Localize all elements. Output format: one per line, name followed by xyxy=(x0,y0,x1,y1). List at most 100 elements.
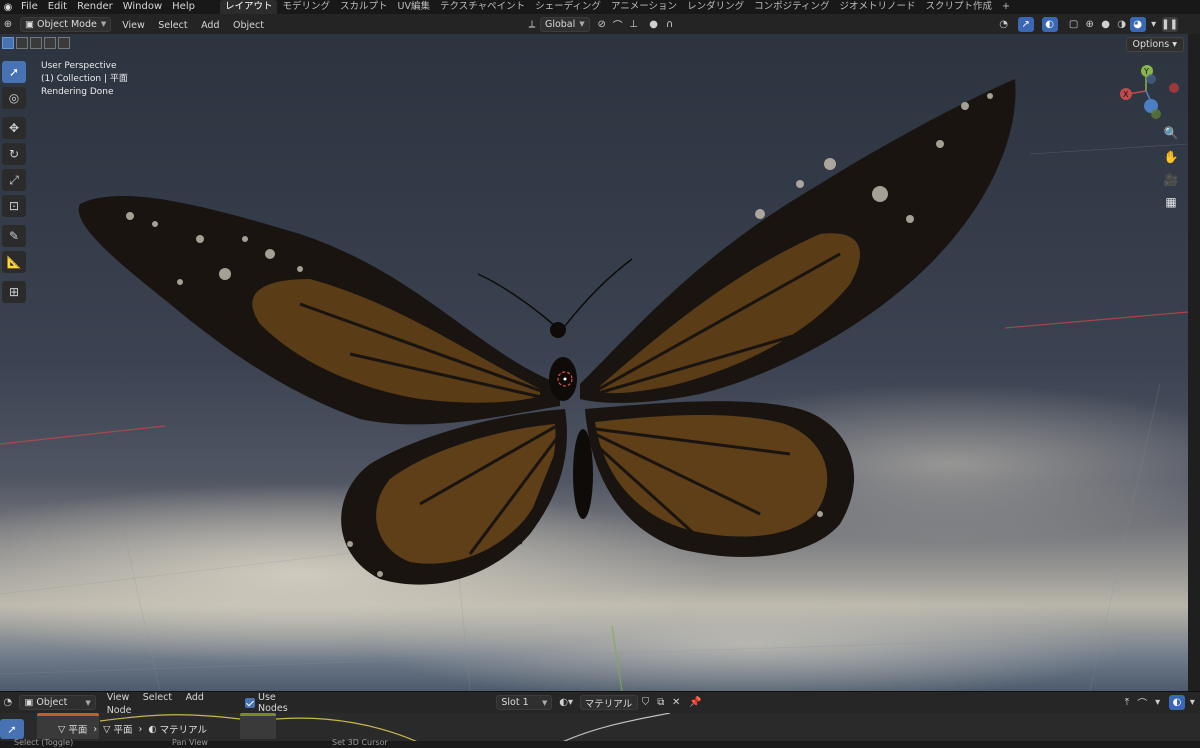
select-extend-icon[interactable] xyxy=(16,37,28,49)
select-invert-icon[interactable] xyxy=(44,37,56,49)
select-box-tool-icon[interactable]: ➚ xyxy=(2,61,26,83)
gizmo-neg-x-axis[interactable] xyxy=(1169,83,1179,93)
node-menu-select[interactable]: Select xyxy=(138,692,177,703)
menu-object[interactable]: Object xyxy=(228,20,269,31)
falloff-icon[interactable]: ∩ xyxy=(662,17,678,32)
menu-help[interactable]: Help xyxy=(167,0,200,14)
use-nodes-checkbox[interactable] xyxy=(245,697,255,708)
pin-icon[interactable]: 📌 xyxy=(688,695,703,710)
node-menu-view[interactable]: View xyxy=(102,692,135,703)
overlay-toggle-icon[interactable]: ◐ xyxy=(1041,16,1058,32)
snap-target-icon[interactable]: ⊥ xyxy=(626,17,642,32)
pivot-point-icon[interactable]: ⊘ xyxy=(594,17,610,32)
collection-label: (1) Collection | 平面 xyxy=(41,74,128,84)
status-bar: Select (Toggle) Pan View Set 3D Cursor xyxy=(0,738,1200,748)
material-shading-icon[interactable]: ◑ xyxy=(1114,17,1130,32)
select-subtract-icon[interactable] xyxy=(30,37,42,49)
unlink-material-close-icon[interactable]: ✕ xyxy=(669,695,684,710)
tab-sculpt[interactable]: スカルプト xyxy=(335,0,393,14)
wireframe-shading-icon[interactable]: ⊕ xyxy=(1082,17,1098,32)
tab-scripting[interactable]: スクリプト作成 xyxy=(921,0,998,14)
scale-tool-icon[interactable]: ⤢ xyxy=(2,169,26,191)
properties-edge-strip[interactable] xyxy=(1188,34,1200,691)
tab-modeling[interactable]: モデリング xyxy=(277,0,335,14)
shading-options-icon[interactable]: ▾ xyxy=(1146,17,1162,32)
solid-shading-icon[interactable]: ● xyxy=(1098,17,1114,32)
node-overlay-options-icon[interactable]: ▾ xyxy=(1185,695,1200,710)
breadcrumb-mesh[interactable]: 平面 xyxy=(113,722,132,736)
menu-add[interactable]: Add xyxy=(196,20,224,31)
object-mode-dropdown[interactable]: ▣ Object Mode ▼ xyxy=(20,16,112,32)
duplicate-material-icon[interactable]: ⧉ xyxy=(653,695,668,710)
menu-select[interactable]: Select xyxy=(153,20,192,31)
tab-shading[interactable]: シェーディング xyxy=(530,0,606,14)
gizmo-neg-z-axis[interactable] xyxy=(1146,74,1156,84)
camera-view-icon[interactable]: 🎥 xyxy=(1160,169,1182,191)
options-dropdown[interactable]: Options ▾ xyxy=(1125,37,1184,52)
parent-node-tree-icon[interactable]: ⤒ xyxy=(1119,695,1134,710)
node-object-dropdown[interactable]: ▣ Object ▼ xyxy=(19,695,96,710)
fake-user-shield-icon[interactable]: ⛉ xyxy=(638,695,653,710)
select-intersect-icon[interactable] xyxy=(58,37,70,49)
cursor-tool-icon[interactable]: ◎ xyxy=(2,87,26,109)
tab-animation[interactable]: アニメーション xyxy=(606,0,682,14)
slot-dropdown[interactable]: Slot 1 ▼ xyxy=(496,695,553,710)
chevron-down-icon: ▼ xyxy=(579,20,585,28)
navigation-gizmo[interactable]: Y X xyxy=(1120,65,1179,119)
editor-type-icon[interactable]: ⊕ xyxy=(0,17,16,32)
viewport-header: ⊕ ▣ Object Mode ▼ View Select Add Object… xyxy=(0,14,1200,34)
proportional-edit-icon[interactable]: ● xyxy=(646,17,662,32)
node-menu-add[interactable]: Add xyxy=(181,692,209,703)
snap-icon[interactable]: ⌒ xyxy=(610,17,626,32)
annotate-tool-icon[interactable]: ✎ xyxy=(2,225,26,247)
add-workspace-button[interactable]: + xyxy=(997,0,1015,14)
menu-edit[interactable]: Edit xyxy=(43,0,72,14)
transform-tool-icon[interactable]: ⊡ xyxy=(2,195,26,217)
menu-window[interactable]: Window xyxy=(118,0,167,14)
add-cube-tool-icon[interactable]: ⊞ xyxy=(2,281,26,303)
render-status-label: Rendering Done xyxy=(41,87,114,97)
zoom-icon[interactable]: 🔍 xyxy=(1160,122,1182,144)
xray-icon[interactable]: ▢ xyxy=(1066,17,1082,32)
transform-orientation-label: Global xyxy=(544,18,576,30)
perspective-grid-icon[interactable]: ▦ xyxy=(1160,191,1182,213)
node-snap-icon[interactable]: ⌒ xyxy=(1135,695,1150,710)
use-nodes-toggle[interactable]: Use Nodes xyxy=(245,692,306,714)
breadcrumb-material[interactable]: マテリアル xyxy=(160,722,207,736)
menu-render[interactable]: Render xyxy=(72,0,118,14)
menu-file[interactable]: File xyxy=(16,0,43,14)
blender-logo-icon[interactable]: ◉ xyxy=(0,0,16,14)
slot-label: Slot 1 xyxy=(501,697,529,708)
3d-viewport[interactable]: Y X User Perspective (1) Collection | 平面… xyxy=(0,34,1188,691)
tab-uv-editing[interactable]: UV編集 xyxy=(393,0,435,14)
measure-tool-icon[interactable]: 📐 xyxy=(2,251,26,273)
node-editor-canvas[interactable]: ➚ ▽ 平面 › ▽ 平面 › ◐ マテリアル xyxy=(0,713,1200,741)
visibility-icon[interactable]: ◔ xyxy=(996,17,1012,32)
rotate-tool-icon[interactable]: ↻ xyxy=(2,143,26,165)
pan-hand-icon[interactable]: ✋ xyxy=(1160,146,1182,168)
transform-orientation-icon: ⟂ xyxy=(528,18,536,30)
node-overlay-toggle-icon[interactable]: ◐ xyxy=(1169,695,1185,710)
gizmo-neg-y-axis[interactable] xyxy=(1151,109,1161,119)
transform-orientation-dropdown[interactable]: Global ▼ xyxy=(539,16,590,32)
node-snap-options-icon[interactable]: ▾ xyxy=(1150,695,1165,710)
pause-render-icon[interactable]: ❚❚ xyxy=(1161,16,1178,32)
node-editor-type-icon[interactable]: ◔ xyxy=(0,695,15,710)
material-name-field[interactable]: マテリアル xyxy=(579,695,638,710)
chevron-right-icon: › xyxy=(93,723,98,735)
menu-view[interactable]: View xyxy=(117,20,150,31)
select-new-icon[interactable] xyxy=(2,37,14,49)
rendered-shading-icon[interactable]: ◕ xyxy=(1129,16,1146,32)
selection-mode-row xyxy=(0,34,80,52)
tab-compositing[interactable]: コンポジティング xyxy=(749,0,834,14)
tab-geometry-nodes[interactable]: ジオメトリノード xyxy=(835,0,921,14)
main-menu: File Edit Render Window Help xyxy=(16,0,200,14)
gizmo-toggle-icon[interactable]: ↗ xyxy=(1017,16,1034,32)
material-browse-icon[interactable]: ◐▾ xyxy=(558,695,573,710)
tab-texture-paint[interactable]: テクスチャペイント xyxy=(435,0,530,14)
tab-rendering[interactable]: レンダリング xyxy=(682,0,749,14)
move-tool-icon[interactable]: ✥ xyxy=(2,117,26,139)
breadcrumb-object[interactable]: 平面 xyxy=(68,722,87,736)
top-menu-bar: ◉ File Edit Render Window Help レイアウト モデリ… xyxy=(0,0,1200,14)
tab-layout[interactable]: レイアウト xyxy=(219,0,278,14)
